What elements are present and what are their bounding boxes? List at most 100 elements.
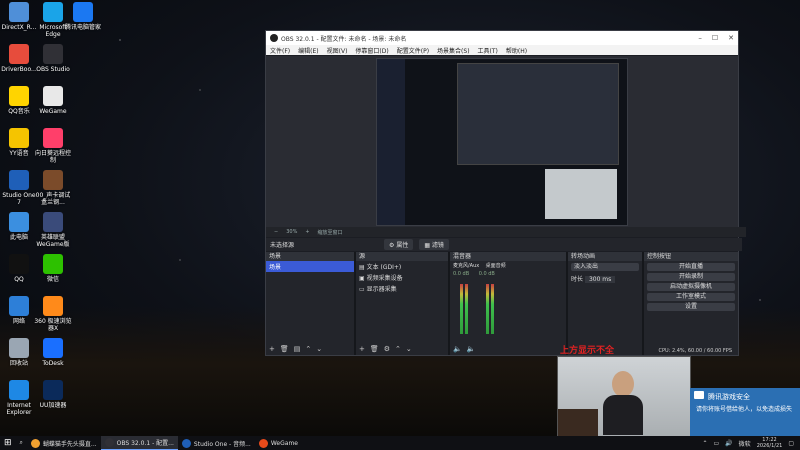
add-icon[interactable]: +	[269, 345, 275, 353]
minimize-icon[interactable]: –	[698, 34, 702, 42]
up-icon[interactable]: ⌃	[305, 345, 311, 353]
desktop-icon[interactable]: 此电脑	[0, 212, 38, 241]
desktop-icon[interactable]: WeGame	[34, 86, 72, 115]
network-icon[interactable]: ▭	[714, 440, 720, 447]
obs-title: OBS 32.0.1 - 配置文件: 未命名 - 场景: 未命名	[281, 35, 407, 43]
search-button[interactable]: ⌕	[16, 436, 27, 450]
obs-titlebar[interactable]: OBS 32.0.1 - 配置文件: 未命名 - 场景: 未命名 – ☐ ✕	[266, 31, 738, 45]
menu-item[interactable]: 帮助(H)	[506, 46, 527, 55]
app-icon	[43, 380, 63, 400]
taskbar-task[interactable]: 蝴蝶猫手先头摄直...	[27, 436, 101, 450]
start-stream-button[interactable]: 开始直播	[647, 263, 735, 271]
app-icon	[43, 44, 63, 64]
desktop-icon[interactable]: 向日葵远程控制	[34, 128, 72, 164]
app-icon	[9, 86, 29, 106]
transition-select[interactable]: 淡入淡出	[571, 263, 639, 271]
scene-item[interactable]: 场景	[266, 261, 354, 272]
menu-item[interactable]: 视图(V)	[327, 46, 348, 55]
close-icon[interactable]: ✕	[728, 34, 734, 42]
sources-footer: + 🗑 ⚙ ⌃ ⌄	[359, 345, 412, 353]
taskbar-task[interactable]: WeGame	[255, 436, 302, 450]
desktop-icon[interactable]: Internet Explorer	[0, 380, 38, 416]
menu-item[interactable]: 停靠窗口(D)	[355, 46, 388, 55]
desktop-icon[interactable]: YY语音	[0, 128, 38, 157]
taskbar-task[interactable]: Studio One - 音频...	[178, 436, 255, 450]
add-icon[interactable]: +	[359, 345, 365, 353]
obs-window[interactable]: OBS 32.0.1 - 配置文件: 未命名 - 场景: 未命名 – ☐ ✕ 文…	[265, 30, 746, 356]
mixer-footer: 🔈 🔈	[453, 345, 475, 353]
desktop-icon[interactable]: OBS Studio	[34, 44, 72, 73]
app-icon	[9, 44, 29, 64]
virtual-camera-button[interactable]: 启动虚拟摄像机	[647, 283, 735, 291]
desktop-icon[interactable]: QQ音乐	[0, 86, 38, 115]
desktop-icon[interactable]: 英雄联盟WeGame版	[34, 212, 72, 248]
obs-preview[interactable]	[266, 56, 738, 228]
source-item-text[interactable]: ▤ 文本 (GDI+)	[356, 261, 448, 272]
app-icon	[9, 2, 29, 22]
taskbar-task[interactable]: OBS 32.0.1 - 配置...	[100, 436, 178, 450]
delete-icon[interactable]: 🗑	[280, 345, 289, 353]
desktop-icon[interactable]: UU加速器	[34, 380, 72, 409]
gear-icon[interactable]: ⚙	[384, 345, 390, 353]
desktop-icon-label: 英雄联盟WeGame版	[36, 234, 70, 248]
volume-icon[interactable]: 🔊	[725, 440, 732, 447]
obs-logo-icon	[270, 34, 278, 42]
toast-title: 腾讯游戏安全	[708, 393, 750, 401]
desktop-icon[interactable]: 网络	[0, 296, 38, 325]
scenes-footer: + 🗑 ▤ ⌃ ⌄	[269, 345, 322, 353]
desktop-icon[interactable]: 微信	[34, 254, 72, 283]
properties-button[interactable]: ⚙ 属性	[384, 239, 414, 250]
menu-item[interactable]: 配置文件(P)	[397, 46, 429, 55]
down-icon[interactable]: ⌄	[316, 345, 322, 353]
desktop-icon[interactable]: Studio One 7	[0, 170, 38, 206]
chevron-up-icon[interactable]: ⌃	[702, 440, 707, 447]
mixer-db-desktop: 0.0 dB	[478, 271, 495, 277]
preview-canvas[interactable]	[376, 58, 628, 226]
task-label: 蝴蝶猫手先头摄直...	[42, 440, 97, 448]
duration-value[interactable]: 300 ms	[584, 276, 616, 283]
obs-docks: 场景 场景 + 🗑 ▤ ⌃ ⌄ 源 ▤ 文本 (GDI+) ▣ 视频采集设备 ▭…	[266, 252, 738, 355]
down-icon[interactable]: ⌄	[406, 345, 412, 353]
desk	[558, 409, 598, 437]
maximize-icon[interactable]: ☐	[712, 34, 718, 42]
notifications-icon[interactable]: ▢	[788, 440, 794, 447]
desktop-icon[interactable]: 回收站	[0, 338, 38, 367]
fit-to-window[interactable]: 缩放至窗口	[318, 229, 343, 236]
clock[interactable]: 17:22 2026/1/21	[757, 437, 783, 449]
app-icon	[43, 254, 63, 274]
desktop-icon[interactable]: 腾讯电脑管家	[64, 2, 102, 31]
desktop-icon-label: UU加速器	[39, 402, 67, 409]
ime-indicator[interactable]: 微软	[739, 439, 751, 448]
settings-button[interactable]: 设置	[647, 303, 735, 311]
studio-mode-button[interactable]: 工作室模式	[647, 293, 735, 301]
desktop-icon[interactable]: ToDesk	[34, 338, 72, 367]
app-icon	[9, 254, 29, 274]
source-item-video[interactable]: ▣ 视频采集设备	[356, 272, 448, 283]
desktop-icon-label: 腾讯电脑管家	[64, 24, 101, 31]
menu-item[interactable]: 文件(F)	[270, 46, 290, 55]
desktop-icon[interactable]: 360 极速浏览器X	[34, 296, 72, 332]
security-toast[interactable]: 腾讯游戏安全 请你将账号借给他人，以免造成损失	[690, 388, 800, 436]
app-icon	[30, 438, 40, 448]
app-icon	[9, 128, 29, 148]
zoom-minus[interactable]: −	[274, 229, 278, 235]
source-item-display[interactable]: ▭ 显示器采集	[356, 283, 448, 294]
desktop-icon[interactable]: DriverBoo...	[0, 44, 38, 73]
start-record-button[interactable]: 开始录制	[647, 273, 735, 281]
zoom-plus[interactable]: +	[305, 229, 309, 235]
desktop-icon[interactable]: 00_声卡调试盒兰钢...	[34, 170, 72, 206]
app-icon	[258, 438, 268, 448]
start-button[interactable]: ⊞	[0, 436, 16, 450]
menu-item[interactable]: 工具(T)	[478, 46, 498, 55]
speaker-icon[interactable]: 🔈	[467, 345, 476, 353]
desktop-icon[interactable]: DirectX_R...	[0, 2, 38, 31]
speaker-icon[interactable]: 🔈	[453, 345, 462, 353]
up-icon[interactable]: ⌃	[395, 345, 401, 353]
menu-item[interactable]: 场景集合(S)	[437, 46, 470, 55]
mixer-channel-mic: 麦克风/Aux	[453, 263, 480, 269]
delete-icon[interactable]: 🗑	[370, 345, 379, 353]
filter-icon[interactable]: ▤	[294, 345, 301, 353]
filters-button[interactable]: ▦ 滤镜	[419, 239, 449, 250]
menu-item[interactable]: 编辑(E)	[298, 46, 318, 55]
desktop-icon[interactable]: QQ	[0, 254, 38, 283]
